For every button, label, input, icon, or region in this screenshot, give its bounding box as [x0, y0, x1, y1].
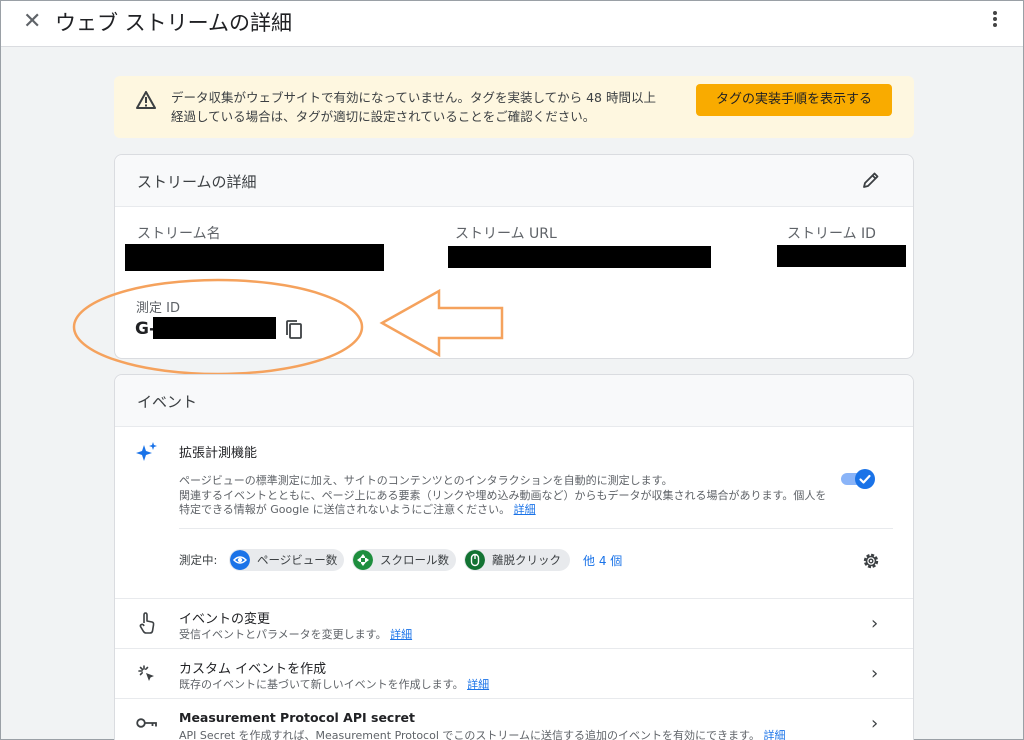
modify-events-sub: 受信イベントとパラメータを変更します。 詳細	[179, 628, 413, 641]
modify-events-learn-more-link[interactable]: 詳細	[390, 628, 412, 641]
warning-banner: データ収集がウェブサイトで有効になっていません。タグを実装してから 48 時間以…	[114, 76, 914, 138]
stream-id-redacted	[777, 245, 906, 267]
top-bar: ✕ ウェブ ストリームの詳細	[1, 1, 1023, 47]
more-vert-icon[interactable]	[987, 9, 1003, 31]
stream-url-redacted	[448, 246, 711, 268]
stream-details-title: ストリームの詳細	[137, 173, 257, 191]
custom-event-learn-more-link[interactable]: 詳細	[467, 678, 489, 691]
chip-page-views: ページビュー数	[229, 549, 344, 571]
enhanced-measurement-description: ページビューの標準測定に加え、サイトのコンテンツとのインタラクションを自動的に測…	[179, 474, 827, 516]
measurement-protocol-sub: API Secret を作成すれば、Measurement Protocol で…	[179, 729, 786, 740]
modify-events-title: イベントの変更	[179, 612, 271, 627]
stream-url-label: ストリーム URL	[455, 226, 557, 242]
chevron-right-icon[interactable]: ›	[871, 663, 878, 684]
events-header: イベント	[115, 375, 913, 427]
create-custom-event-sub: 既存のイベントに基づいて新しいイベントを作成します。 詳細	[179, 678, 490, 691]
create-custom-event-title: カスタム イベントを作成	[179, 662, 327, 677]
eye-icon	[230, 550, 250, 570]
stream-name-label: ストリーム名	[137, 226, 221, 242]
scroll-icon	[353, 550, 373, 570]
chevron-right-icon[interactable]: ›	[871, 613, 878, 634]
enhanced-divider	[179, 528, 893, 529]
stream-details-header: ストリームの詳細	[115, 155, 913, 207]
stream-id-label: ストリーム ID	[787, 226, 876, 242]
enhanced-measurement-title: 拡張計測機能	[179, 446, 258, 461]
view-tag-instructions-button[interactable]: タグの実装手順を表示する	[696, 84, 892, 116]
measurement-protocol-learn-more-link[interactable]: 詳細	[763, 729, 785, 740]
measurement-protocol-title: Measurement Protocol API secret	[179, 710, 415, 725]
stream-name-redacted	[125, 244, 384, 271]
mouse-icon	[465, 550, 485, 570]
page-title: ウェブ ストリームの詳細	[55, 11, 293, 35]
chip-outbound-clicks: 離脱クリック	[464, 549, 570, 571]
warning-icon	[136, 91, 156, 109]
gear-icon[interactable]	[861, 551, 881, 571]
key-icon	[136, 718, 157, 728]
more-measurements-link[interactable]: 他 4 個	[583, 552, 622, 569]
chevron-right-icon[interactable]: ›	[871, 713, 878, 734]
touch-hand-icon	[139, 612, 155, 634]
sparkle-icon	[136, 442, 157, 461]
highlight-ellipse	[72, 278, 364, 376]
measuring-label: 測定中:	[179, 553, 218, 567]
close-icon[interactable]: ✕	[23, 9, 41, 34]
enhanced-learn-more-link[interactable]: 詳細	[514, 503, 536, 516]
check-icon	[859, 474, 871, 484]
chip-scrolls: スクロール数	[352, 549, 456, 571]
enhanced-measurement-toggle[interactable]	[841, 469, 875, 489]
events-title: イベント	[137, 393, 198, 411]
cursor-click-icon	[138, 665, 154, 681]
banner-message: データ収集がウェブサイトで有効になっていません。タグを実装してから 48 時間以…	[171, 90, 656, 124]
edit-pencil-icon[interactable]	[861, 170, 881, 190]
left-arrow-annotation	[379, 288, 504, 358]
